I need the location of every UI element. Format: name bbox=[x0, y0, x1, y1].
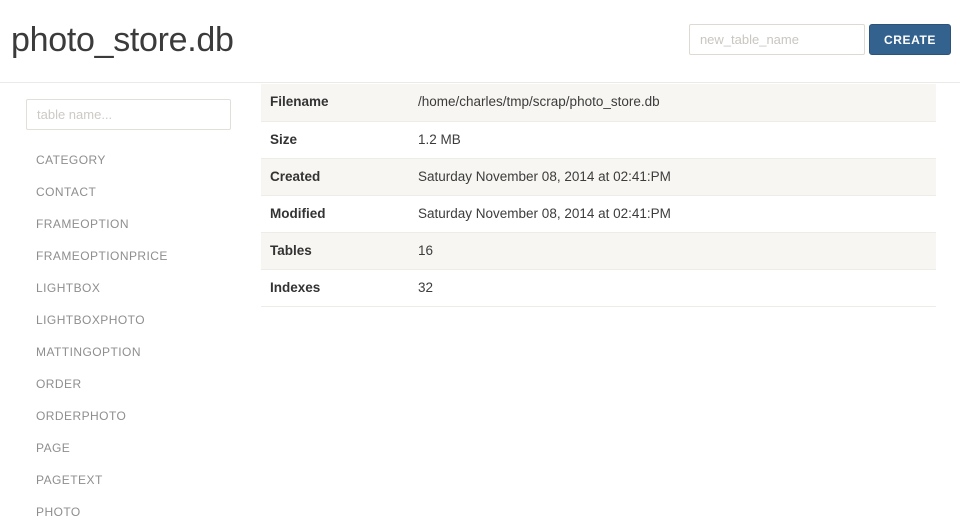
page-body: CATEGORYCONTACTFRAMEOPTIONFRAMEOPTIONPRI… bbox=[0, 83, 960, 519]
table-list-item[interactable]: ORDERPHOTO bbox=[26, 400, 261, 432]
table-filter-input[interactable] bbox=[26, 99, 231, 130]
info-row-label: Tables bbox=[261, 232, 418, 270]
create-table-button[interactable]: CREATE bbox=[868, 24, 951, 55]
info-row-value: 1.2 MB bbox=[418, 121, 936, 159]
database-info-body: Filename/home/charles/tmp/scrap/photo_st… bbox=[261, 84, 936, 307]
table-list-item[interactable]: CATEGORY bbox=[26, 144, 261, 176]
info-row-value: 32 bbox=[418, 269, 936, 307]
info-row-label: Indexes bbox=[261, 269, 418, 307]
table-row: Created Saturday November 08, 2014 at 02:… bbox=[261, 158, 936, 196]
table-list-item[interactable]: LIGHTBOXPHOTO bbox=[26, 304, 261, 336]
header-actions: CREATE bbox=[688, 24, 951, 55]
info-row-value: 16 bbox=[418, 232, 936, 270]
table-list-item[interactable]: ORDER bbox=[26, 368, 261, 400]
table-list-item[interactable]: FRAMEOPTIONPRICE bbox=[26, 240, 261, 272]
table-list-item[interactable]: PAGE bbox=[26, 432, 261, 464]
table-row: Indexes 32 bbox=[261, 269, 936, 307]
table-row: Size 1.2 MB bbox=[261, 121, 936, 159]
table-row: Filename/home/charles/tmp/scrap/photo_st… bbox=[261, 84, 936, 122]
info-row-value: Saturday November 08, 2014 at 02:41:PM bbox=[418, 158, 936, 196]
info-row-value: /home/charles/tmp/scrap/photo_store.db bbox=[418, 84, 936, 122]
info-row-value: Saturday November 08, 2014 at 02:41:PM bbox=[418, 195, 936, 233]
main-content: Filename/home/charles/tmp/scrap/photo_st… bbox=[261, 83, 960, 519]
table-row: Tables 16 bbox=[261, 232, 936, 270]
info-row-label: Created bbox=[261, 158, 418, 196]
table-list: CATEGORY CONTACT FRAMEOPTION FRAMEOPTIONPRI… bbox=[26, 144, 261, 528]
sidebar: CATEGORYCONTACTFRAMEOPTIONFRAMEOPTIONPRI… bbox=[0, 83, 261, 519]
table-list-item[interactable]: LIGHTBOX bbox=[26, 272, 261, 304]
page-title: photo_store.db bbox=[11, 21, 234, 59]
table-row: Modified Saturday November 08, 2014 at 02… bbox=[261, 195, 936, 233]
info-row-label: Size bbox=[261, 121, 418, 159]
database-info-table: Filename/home/charles/tmp/scrap/photo_st… bbox=[261, 84, 936, 307]
app-header: photo_store.db CREATE bbox=[0, 0, 960, 83]
info-row-label: Filename bbox=[261, 84, 418, 122]
info-row-label: Modified bbox=[261, 195, 418, 233]
table-list-item[interactable]: CONTACT bbox=[26, 176, 261, 208]
table-list-item[interactable]: FRAMEOPTION bbox=[26, 208, 261, 240]
new-table-name-input[interactable] bbox=[688, 24, 865, 55]
table-list-item[interactable]: MATTINGOPTION bbox=[26, 336, 261, 368]
table-list-item[interactable]: PAGETEXT bbox=[26, 464, 261, 496]
table-list-item[interactable]: PHOTO bbox=[26, 496, 261, 528]
